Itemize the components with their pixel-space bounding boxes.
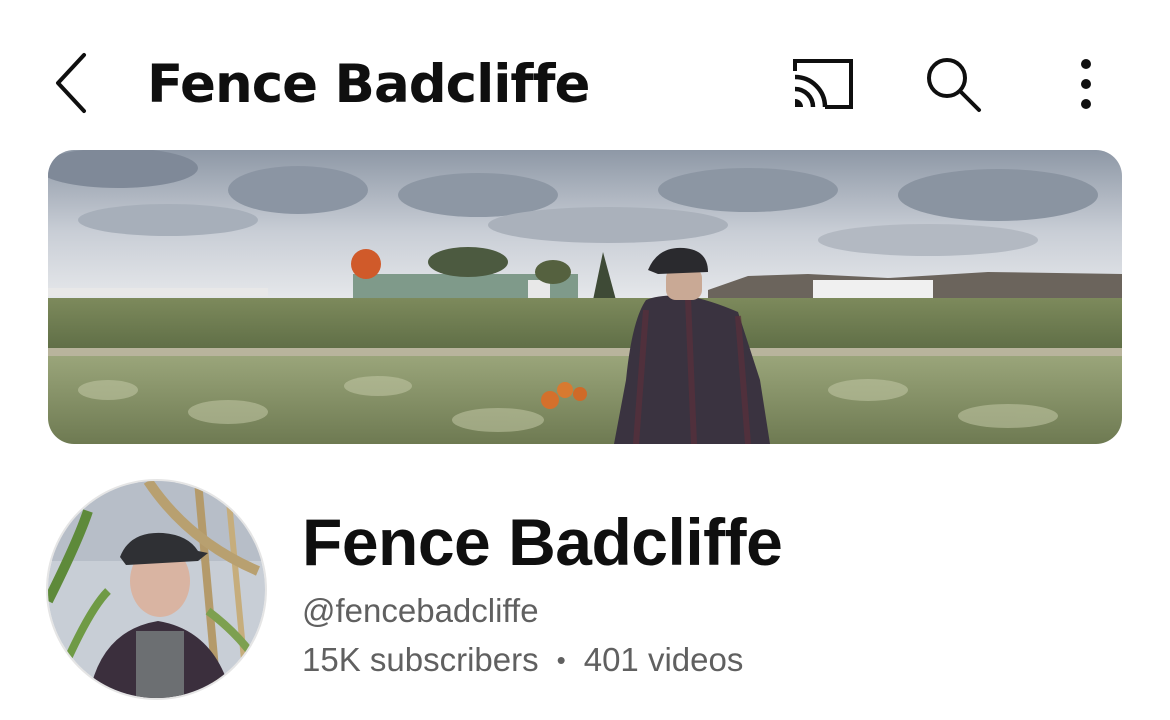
video-count: 401 videos (583, 641, 744, 678)
separator-dot: • (556, 645, 566, 675)
cast-icon (793, 59, 853, 109)
back-button[interactable] (40, 42, 104, 124)
cast-button[interactable] (786, 48, 858, 120)
channel-stats: 15K subscribers • 401 videos (302, 638, 743, 682)
page-title: Fence Badcliffe (147, 54, 590, 115)
banner-image (48, 150, 1122, 444)
top-app-bar: Fence Badcliffe (0, 0, 1170, 150)
chevron-left-icon (56, 53, 86, 113)
more-options-button[interactable] (1050, 48, 1122, 120)
search-icon (927, 58, 981, 112)
channel-banner (48, 150, 1122, 444)
channel-avatar[interactable] (46, 479, 267, 700)
channel-name: Fence Badcliffe (302, 505, 783, 579)
channel-handle: @fencebadcliffe (302, 592, 539, 629)
more-vertical-icon (1081, 59, 1091, 109)
avatar-image (48, 481, 265, 698)
search-button[interactable] (917, 48, 989, 120)
subscriber-count: 15K subscribers (302, 641, 539, 678)
